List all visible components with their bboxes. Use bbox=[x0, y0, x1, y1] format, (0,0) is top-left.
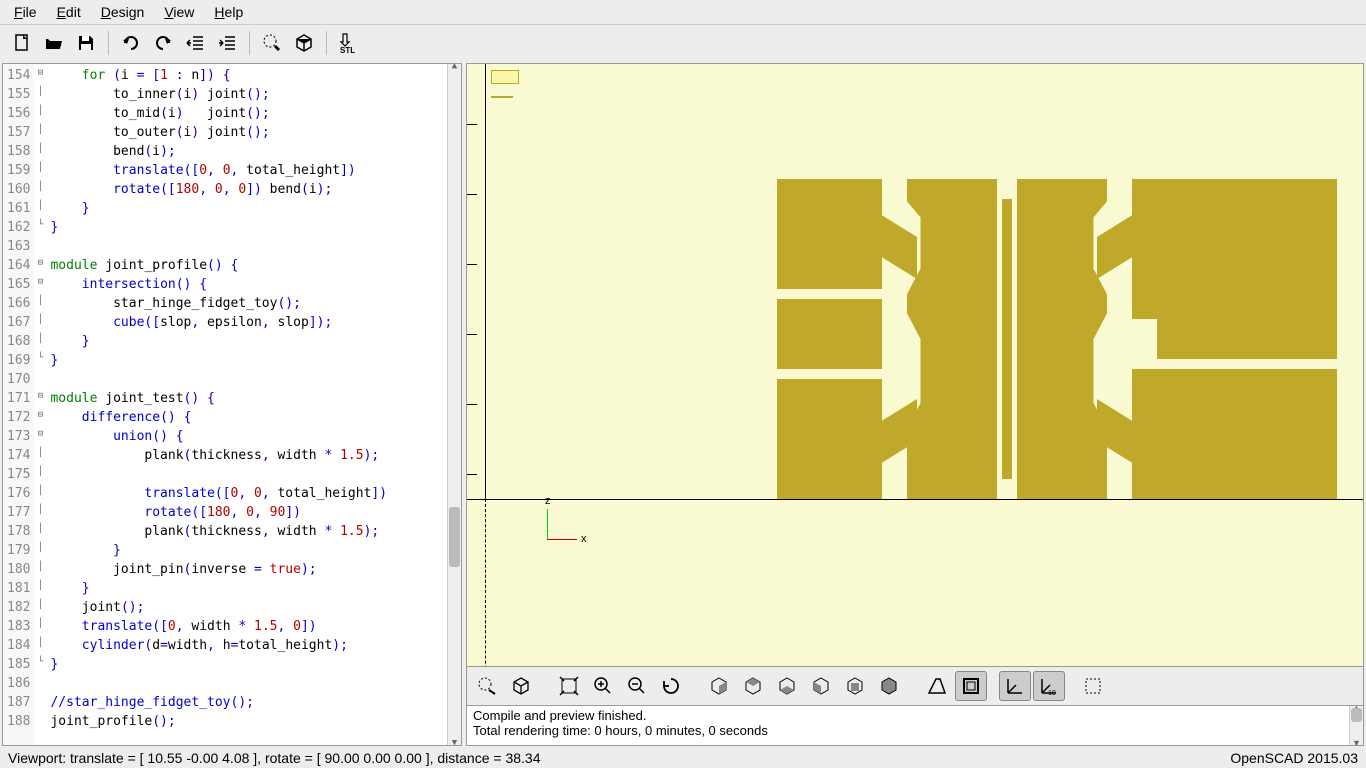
editor-scrollbar[interactable]: ▲ ▼ bbox=[447, 64, 461, 745]
view-bottom-icon[interactable] bbox=[771, 671, 803, 701]
indent-button[interactable] bbox=[213, 29, 241, 57]
export-stl-button[interactable]: STL bbox=[335, 29, 363, 57]
view-top-icon[interactable] bbox=[737, 671, 769, 701]
editor-pane: 154 155 156 157 158 159 160 161 162 163 … bbox=[2, 63, 462, 746]
render-icon[interactable] bbox=[505, 671, 537, 701]
viewport-status: Viewport: translate = [ 10.55 -0.00 4.08… bbox=[8, 750, 541, 766]
zoom-in-icon[interactable] bbox=[587, 671, 619, 701]
console: Compile and preview finished. Total rend… bbox=[466, 706, 1364, 746]
view-back-icon[interactable] bbox=[873, 671, 905, 701]
console-line: Compile and preview finished. bbox=[473, 708, 1357, 723]
version-label: OpenSCAD 2015.03 bbox=[1230, 750, 1358, 766]
menu-edit[interactable]: Edit bbox=[51, 2, 87, 22]
undo-button[interactable] bbox=[117, 29, 145, 57]
show-axes-icon[interactable] bbox=[999, 671, 1031, 701]
viewport-mini-icon bbox=[491, 70, 519, 84]
view-right-icon[interactable] bbox=[703, 671, 735, 701]
save-button[interactable] bbox=[72, 29, 100, 57]
menu-file[interactable]: File bbox=[8, 2, 43, 22]
show-scale-icon[interactable]: 10 bbox=[1033, 671, 1065, 701]
zoom-all-icon[interactable] bbox=[553, 671, 585, 701]
perspective-icon[interactable] bbox=[921, 671, 953, 701]
view-left-icon[interactable] bbox=[805, 671, 837, 701]
code-editor[interactable]: 154 155 156 157 158 159 160 161 162 163 … bbox=[3, 64, 461, 745]
unindent-button[interactable] bbox=[181, 29, 209, 57]
orthogonal-icon[interactable] bbox=[955, 671, 987, 701]
3d-viewport[interactable]: z x bbox=[466, 63, 1364, 667]
statusbar: Viewport: translate = [ 10.55 -0.00 4.08… bbox=[0, 748, 1366, 768]
preview-button[interactable] bbox=[258, 29, 286, 57]
view-front-icon[interactable] bbox=[839, 671, 871, 701]
menubar: File Edit Design View Help bbox=[0, 0, 1366, 25]
menu-design[interactable]: Design bbox=[95, 2, 151, 22]
console-scrollbar[interactable]: ▲ ▼ bbox=[1349, 706, 1363, 745]
svg-text:10: 10 bbox=[1048, 690, 1056, 697]
open-button[interactable] bbox=[40, 29, 68, 57]
viewer-toolbar: 10 bbox=[466, 667, 1364, 706]
zoom-out-icon[interactable] bbox=[621, 671, 653, 701]
reset-view-icon[interactable] bbox=[655, 671, 687, 701]
menu-view[interactable]: View bbox=[158, 2, 200, 22]
main-toolbar: STL bbox=[0, 25, 1366, 61]
console-line: Total rendering time: 0 hours, 0 minutes… bbox=[473, 723, 1357, 738]
preview-icon[interactable] bbox=[471, 671, 503, 701]
menu-help[interactable]: Help bbox=[208, 2, 249, 22]
new-button[interactable] bbox=[8, 29, 36, 57]
render-button[interactable] bbox=[290, 29, 318, 57]
show-crosshairs-icon[interactable] bbox=[1077, 671, 1109, 701]
scrollbar-thumb[interactable] bbox=[449, 507, 460, 567]
redo-button[interactable] bbox=[149, 29, 177, 57]
svg-text:STL: STL bbox=[340, 46, 355, 54]
